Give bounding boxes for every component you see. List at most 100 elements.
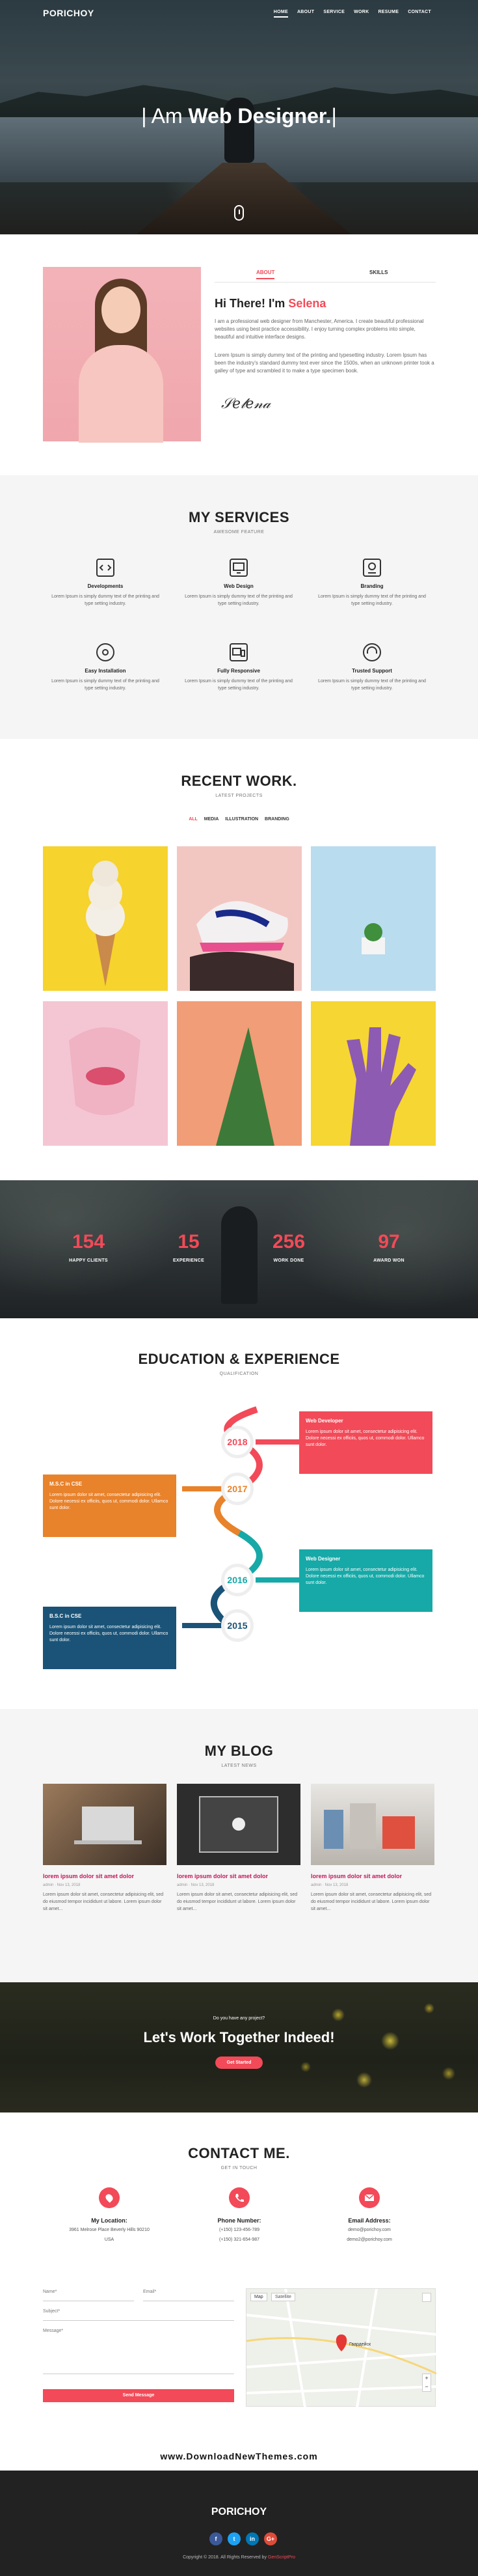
blog-post[interactable]: lorem ipsum dolor sit amet dolor admin ·… — [311, 1784, 434, 1913]
gear-icon — [96, 643, 114, 661]
cta-question: Do you have any project? — [213, 2016, 265, 2021]
tab-skills[interactable]: SKILLS — [369, 270, 388, 275]
site-logo[interactable]: PORICHOY — [43, 8, 94, 18]
blog-post-title[interactable]: lorem ipsum dolor sit amet dolor — [43, 1873, 166, 1879]
portfolio-item-plant[interactable] — [311, 846, 436, 991]
about-tabs: ABOUT SKILLS — [215, 267, 436, 280]
email-icon — [359, 2187, 380, 2208]
tab-divider — [215, 282, 436, 283]
blog-post-title[interactable]: lorem ipsum dolor sit amet dolor — [311, 1873, 434, 1879]
portfolio-item-painted-hands[interactable] — [311, 1001, 436, 1146]
portfolio-item-cactus[interactable] — [177, 1001, 302, 1146]
contact-info-line: (+150) 123-456-789 — [219, 2228, 260, 2232]
email-placeholder: Email* — [143, 2290, 157, 2294]
menu-item-about[interactable]: ABOUT — [297, 10, 314, 18]
contact-info-title: My Location: — [91, 2217, 127, 2224]
blog-post[interactable]: lorem ipsum dolor sit amet dolor admin ·… — [177, 1784, 300, 1913]
scroll-down-icon[interactable] — [234, 205, 244, 221]
counter-happy-clients: 154 HAPPY CLIENTS — [49, 1231, 127, 1263]
map-tab-map[interactable]: Map — [250, 2293, 267, 2301]
counter-label: EXPERIENCE — [172, 1258, 205, 1263]
copyright-brand-link[interactable]: GenScriptPro — [268, 2555, 295, 2560]
code-icon — [96, 559, 114, 577]
about-paragraph-1: I am a professional web designer from Ma… — [215, 318, 424, 340]
send-message-button[interactable]: Send Message — [43, 2389, 234, 2402]
map-tab-satellite[interactable]: Satellite — [271, 2293, 295, 2301]
counter-work-done: 256 WORK DONE — [250, 1231, 328, 1263]
service-item: Web Design Lorem Ipsum is simply dummy t… — [180, 559, 297, 607]
responsive-icon — [230, 643, 248, 661]
counter-label: AWARD WON — [373, 1258, 405, 1263]
service-title: Easy Installation — [85, 668, 126, 674]
contact-info-line: (+150) 321-654-987 — [219, 2237, 260, 2242]
blog-post-meta: admin · Nov 13, 2018 — [177, 1883, 215, 1887]
blog-title: MY BLOG — [204, 1743, 274, 1759]
subject-field[interactable]: Subject* — [43, 2309, 234, 2321]
google-plus-icon[interactable]: G+ — [264, 2532, 277, 2545]
blog-post-title[interactable]: lorem ipsum dolor sit amet dolor — [177, 1873, 300, 1879]
blog-post-meta: admin · Nov 13, 2018 — [311, 1883, 349, 1887]
counter-award-won: 97 AWARD WON — [350, 1231, 428, 1263]
hero-section: PORICHOY HOME ABOUT SERVICE WORK RESUME … — [0, 0, 478, 234]
linkedin-icon[interactable]: in — [246, 2532, 259, 2545]
cta-background — [0, 1982, 478, 2112]
name-field[interactable]: Name* — [43, 2290, 134, 2301]
hero-prefix: | Am — [141, 104, 189, 128]
phone-icon — [229, 2187, 250, 2208]
branding-icon — [363, 559, 381, 577]
portfolio-item-lips[interactable] — [43, 1001, 168, 1146]
service-title: Developments — [87, 583, 124, 589]
contact-section: CONTACT ME. GET IN TOUCH My Location: 39… — [0, 2112, 478, 2443]
portfolio-item-sneaker[interactable] — [177, 846, 302, 991]
map-place-label: Гвардейск — [349, 2342, 371, 2347]
email-field[interactable]: Email* — [143, 2290, 234, 2301]
filter-branding[interactable]: BRANDING — [265, 817, 289, 822]
blog-post-excerpt: Lorem ipsum dolor sit amet, consectetur … — [43, 1892, 164, 1911]
menu-item-contact[interactable]: CONTACT — [408, 10, 431, 18]
blog-image-desk[interactable] — [311, 1784, 434, 1865]
service-title: Web Design — [224, 583, 254, 589]
menu-item-work[interactable]: WORK — [354, 10, 369, 18]
portfolio-item-icecream[interactable] — [43, 846, 168, 991]
counter-value: 97 — [378, 1231, 400, 1253]
timeline-year: 2016 — [221, 1564, 254, 1596]
service-desc: Lorem Ipsum is simply dummy text of the … — [185, 594, 293, 606]
name-placeholder: Name* — [43, 2290, 57, 2294]
blog-post[interactable]: lorem ipsum dolor sit amet dolor admin ·… — [43, 1784, 166, 1913]
service-desc: Lorem Ipsum is simply dummy text of the … — [318, 679, 426, 691]
filter-media[interactable]: MEDIA — [204, 817, 219, 822]
message-field[interactable]: Message* — [43, 2329, 234, 2374]
contact-phone: Phone Number: (+150) 123-456-789 (+150) … — [174, 2187, 304, 2243]
blog-post-excerpt: Lorem ipsum dolor sit amet, consectetur … — [177, 1892, 298, 1911]
facebook-icon[interactable]: f — [209, 2532, 222, 2545]
work-title: RECENT WORK. — [181, 773, 297, 789]
contact-subtitle: GET IN TOUCH — [220, 2166, 258, 2170]
hero-highlight: Web Designer. — [188, 104, 332, 128]
monitor-icon — [230, 559, 248, 577]
services-title: MY SERVICES — [188, 509, 290, 525]
blog-image-board[interactable] — [177, 1784, 300, 1865]
counter-label: WORK DONE — [273, 1258, 304, 1263]
message-placeholder: Message* — [43, 2329, 64, 2333]
main-menu: HOME ABOUT SERVICE WORK RESUME CONTACT — [273, 10, 431, 18]
contact-map[interactable]: Map Satellite Гвардейск + − — [246, 2288, 436, 2407]
menu-item-service[interactable]: SERVICE — [323, 10, 345, 18]
fullscreen-icon[interactable] — [422, 2293, 431, 2302]
contact-email: Email Address: demo@porichoy.com demo2@p… — [304, 2187, 434, 2243]
zoom-controls-icon[interactable]: + − — [422, 2374, 431, 2392]
menu-item-resume[interactable]: RESUME — [378, 10, 399, 18]
filter-all[interactable]: ALL — [189, 817, 198, 822]
filter-illustration[interactable]: ILLUSTRATION — [225, 817, 258, 822]
footer-logo[interactable]: PORICHOY — [0, 2506, 478, 2518]
get-started-button[interactable]: Get Started — [215, 2057, 263, 2069]
menu-item-home[interactable]: HOME — [273, 10, 288, 18]
watermark-text: www.DownloadNewThemes.com — [160, 2451, 318, 2461]
twitter-icon[interactable]: t — [228, 2532, 241, 2545]
blog-post-meta: admin · Nov 13, 2018 — [43, 1883, 81, 1887]
tab-about[interactable]: ABOUT — [256, 270, 275, 279]
timeline-year: 2015 — [221, 1609, 254, 1642]
service-desc: Lorem Ipsum is simply dummy text of the … — [51, 679, 159, 691]
counter-value: 154 — [72, 1231, 105, 1253]
greeting-text: Hi There! I'm — [215, 297, 289, 310]
blog-image-laptop[interactable] — [43, 1784, 166, 1865]
